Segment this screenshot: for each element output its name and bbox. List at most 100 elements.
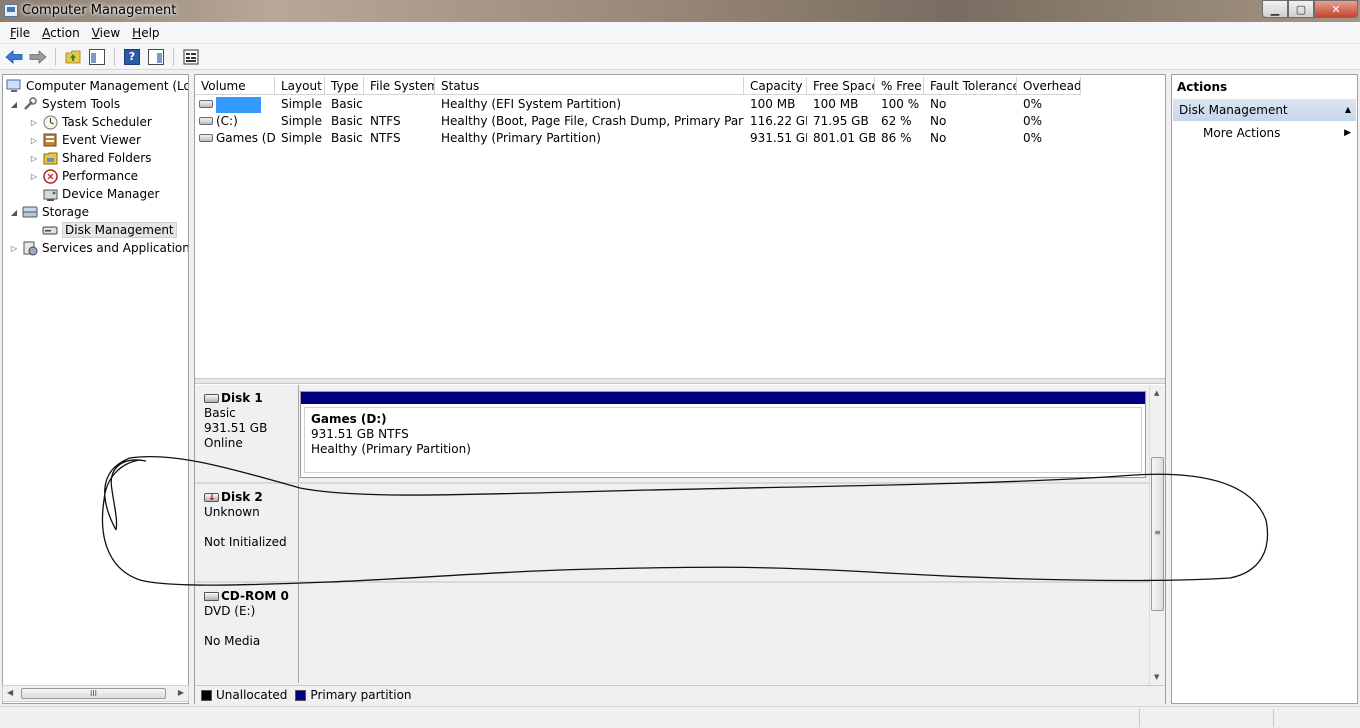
more-actions-item[interactable]: More Actions ▶	[1172, 121, 1357, 143]
shared-folder-icon	[42, 150, 58, 166]
fault-tolerance-cell: No	[930, 114, 947, 128]
scroll-down-arrow-icon[interactable]: ▼	[1154, 673, 1159, 681]
percent-free-cell: 62 %	[881, 114, 912, 128]
properties-icon[interactable]	[181, 47, 201, 67]
column-header-layout[interactable]: Layout	[275, 77, 325, 94]
close-button[interactable]: ✕	[1314, 0, 1358, 18]
status-cell: Healthy (Primary Partition)	[441, 131, 601, 145]
expand-arrow-icon[interactable]: ▷	[9, 244, 19, 253]
disk-type: Basic	[204, 406, 236, 420]
disk-info[interactable]: CD-ROM 0 DVD (E:) No Media	[195, 583, 299, 683]
volume-row[interactable]: (C:) Simple Basic NTFS Healthy (Boot, Pa…	[195, 113, 1081, 130]
minimize-button[interactable]: ▁	[1262, 0, 1288, 18]
column-header-volume[interactable]: Volume	[195, 77, 275, 94]
disk-status: No Media	[204, 634, 261, 648]
overhead-cell: 0%	[1023, 131, 1043, 145]
column-header-fault-tolerance[interactable]: Fault Tolerance	[924, 77, 1017, 94]
scroll-left-arrow-icon[interactable]: ◀	[7, 688, 13, 697]
menu-help[interactable]: Help	[126, 26, 165, 40]
free-space-cell: 801.01 GB	[813, 131, 875, 145]
help-icon[interactable]: ?	[122, 47, 142, 67]
disk-row-disk-2[interactable]: Disk 2 Unknown Not Initialized	[195, 484, 1149, 583]
expand-arrow-icon[interactable]: ▷	[29, 154, 39, 163]
fs-cell: NTFS	[370, 131, 401, 145]
volume-row[interactable]: Games (D:) Simple Basic NTFS Healthy (Pr…	[195, 130, 1081, 147]
drive-icon	[199, 99, 213, 108]
expand-arrow-icon[interactable]: ▷	[29, 136, 39, 145]
menu-view[interactable]: View	[86, 26, 126, 40]
volume-row[interactable]: Simple Basic Healthy (EFI System Partiti…	[195, 96, 1081, 113]
tree-item-shared-folders[interactable]: ▷ Shared Folders	[29, 149, 151, 167]
console-tree: Computer Management (Local ◢ System Tool…	[2, 74, 189, 704]
disk-name: Disk 1	[204, 391, 298, 406]
show-hide-action-pane-icon[interactable]	[146, 47, 166, 67]
fault-tolerance-cell: No	[930, 131, 947, 145]
disk-row-cdrom-0[interactable]: CD-ROM 0 DVD (E:) No Media	[195, 583, 1149, 683]
disk-graphical-view: Disk 1 Basic 931.51 GB Online Games (D:)…	[195, 385, 1165, 685]
menu-file[interactable]: File	[4, 26, 36, 40]
scroll-thumb[interactable]: ≡	[1151, 457, 1164, 611]
layout-cell: Simple	[281, 131, 322, 145]
column-header-type[interactable]: Type	[325, 77, 364, 94]
free-space-cell: 71.95 GB	[813, 114, 869, 128]
expand-arrow-icon[interactable]: ▷	[29, 118, 39, 127]
scroll-up-arrow-icon[interactable]: ▲	[1154, 389, 1159, 397]
collapse-arrow-icon[interactable]: ◢	[9, 100, 19, 109]
up-folder-icon[interactable]	[63, 47, 83, 67]
title-bar: Computer Management ▁ ▢ ✕	[0, 0, 1360, 22]
tree-item-disk-management[interactable]: Disk Management	[42, 221, 177, 239]
tree-item-task-scheduler[interactable]: ▷ Task Scheduler	[29, 113, 152, 131]
disk-info[interactable]: Disk 1 Basic 931.51 GB Online	[195, 385, 299, 482]
column-header-overhead[interactable]: Overhead	[1017, 77, 1081, 94]
disk-row-disk-1[interactable]: Disk 1 Basic 931.51 GB Online Games (D:)…	[195, 385, 1149, 484]
maximize-button[interactable]: ▢	[1288, 0, 1314, 18]
tree-item-device-manager[interactable]: Device Manager	[42, 185, 159, 203]
collapse-up-icon[interactable]: ▲	[1345, 99, 1351, 121]
tree-item-storage[interactable]: ◢ Storage	[9, 203, 89, 221]
menu-action-accel: A	[42, 25, 51, 40]
submenu-arrow-icon: ▶	[1344, 128, 1351, 138]
disk-view-vertical-scrollbar[interactable]: ▲ ≡ ▼	[1149, 385, 1165, 685]
window-controls: ▁ ▢ ✕	[1262, 0, 1358, 18]
tree-item-performance[interactable]: ▷ Performance	[29, 167, 138, 185]
column-header-capacity[interactable]: Capacity	[744, 77, 807, 94]
column-header-file-system[interactable]: File System	[364, 77, 435, 94]
disk-name: Disk 2	[204, 490, 298, 506]
column-header-free-space[interactable]: Free Space	[807, 77, 875, 94]
pane-splitter[interactable]	[195, 378, 1165, 384]
disk-icon	[204, 394, 219, 403]
column-header-status[interactable]: Status	[435, 77, 744, 94]
tree-label-event-viewer: Event Viewer	[62, 133, 141, 147]
partition-games-d[interactable]: Games (D:) 931.51 GB NTFS Healthy (Prima…	[300, 391, 1146, 478]
menu-action[interactable]: Action	[36, 26, 86, 40]
column-header-percent-free[interactable]: % Free	[875, 77, 924, 94]
percent-free-cell: 100 %	[881, 97, 920, 111]
partition-name: Games (D:)	[311, 412, 387, 426]
show-hide-tree-icon[interactable]	[87, 47, 107, 67]
tree-label-disk-management: Disk Management	[62, 222, 177, 238]
fs-cell	[364, 96, 435, 113]
tree-horizontal-scrollbar[interactable]: ◀ III ▶	[2, 685, 189, 702]
menu-bar: File Action View Help	[0, 22, 1360, 44]
expand-arrow-icon[interactable]: ▷	[29, 172, 39, 181]
overhead-cell: 0%	[1023, 97, 1043, 111]
status-divider	[1139, 709, 1140, 727]
help-glyph: ?	[124, 48, 140, 65]
tree-item-root[interactable]: Computer Management (Local	[6, 77, 188, 95]
status-divider	[1273, 709, 1274, 727]
back-arrow-icon[interactable]	[4, 47, 24, 67]
actions-section-disk-management[interactable]: Disk Management ▲	[1173, 99, 1356, 121]
tree-item-event-viewer[interactable]: ▷ Event Viewer	[29, 131, 141, 149]
disk-info[interactable]: Disk 2 Unknown Not Initialized	[195, 484, 299, 581]
cd-drive-icon	[204, 592, 219, 601]
volume-cell	[195, 96, 275, 113]
type-cell: Basic	[331, 114, 363, 128]
services-icon	[22, 240, 38, 256]
collapse-arrow-icon[interactable]: ◢	[9, 208, 19, 217]
scroll-thumb[interactable]: III	[21, 688, 166, 699]
forward-arrow-icon[interactable]	[28, 47, 48, 67]
tree-item-services-and-applications[interactable]: ▷ Services and Applications	[9, 239, 188, 257]
scroll-right-arrow-icon[interactable]: ▶	[178, 688, 184, 697]
tree-pane-box	[89, 48, 105, 65]
tree-item-system-tools[interactable]: ◢ System Tools	[9, 95, 120, 113]
